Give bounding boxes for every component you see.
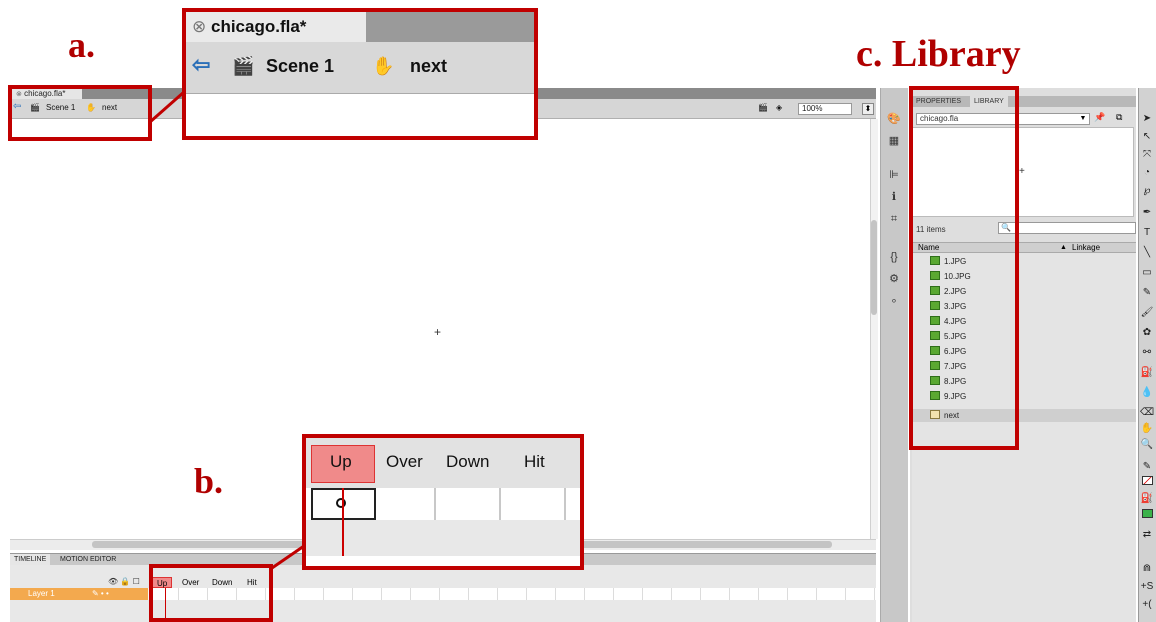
zoom-a-breadcrumb-symbol: next	[410, 56, 448, 76]
zoom-b-label-up: Up	[330, 452, 352, 471]
zoom-a-edit-bar: ⇦ 🎬 Scene 1 ✋ next	[186, 42, 534, 94]
zoom-b-label-down: Down	[446, 452, 490, 471]
zoom-b-lower-area	[306, 520, 580, 556]
zoom-b-playhead	[342, 488, 344, 556]
empty-keyframe-icon	[336, 498, 346, 508]
close-icon: ⊗	[192, 17, 207, 36]
zoom-a-breadcrumb-scene: Scene 1	[266, 56, 335, 76]
zoom-b-label-hit: Hit	[524, 452, 545, 471]
scene-icon: 🎬	[232, 56, 255, 76]
zoom-a-tab-title: chicago.fla*	[210, 17, 307, 36]
zoom-a-document-tab: ⊗ chicago.fla*	[186, 12, 366, 42]
button-symbol-icon: ✋	[372, 56, 395, 76]
back-arrow-icon: ⇦	[192, 52, 211, 77]
zoom-b-label-over: Over	[386, 452, 423, 471]
